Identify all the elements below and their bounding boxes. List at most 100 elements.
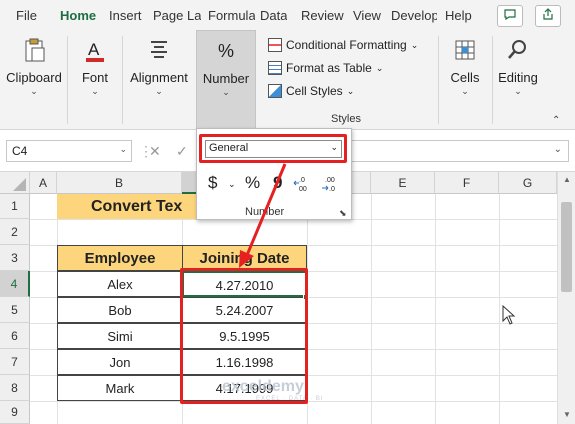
chevron-down-icon: ⌄ bbox=[461, 86, 469, 96]
enter-icon[interactable]: ✓ bbox=[176, 143, 188, 160]
gridline bbox=[371, 194, 372, 424]
highlight-dates-box bbox=[180, 268, 308, 404]
column-header[interactable]: G bbox=[499, 172, 557, 194]
number-label: Number bbox=[202, 71, 250, 86]
chevron-down-icon: ⌄ bbox=[155, 86, 163, 96]
comments-icon[interactable] bbox=[497, 5, 523, 27]
styles-group-caption: Styles bbox=[331, 113, 361, 125]
editing-label: Editing bbox=[498, 70, 538, 85]
row-header[interactable]: 3 bbox=[0, 245, 30, 271]
alignment-label: Alignment bbox=[130, 70, 188, 85]
clipboard-icon bbox=[20, 36, 48, 64]
chevron-down-icon: ⌄ bbox=[410, 39, 419, 50]
row-header[interactable]: 9 bbox=[0, 401, 30, 424]
tab-review[interactable]: Review bbox=[301, 8, 344, 23]
scroll-down-icon[interactable]: ▼ bbox=[558, 410, 575, 419]
font-group[interactable]: A Font ⌄ bbox=[70, 30, 120, 130]
svg-text:.00: .00 bbox=[325, 177, 335, 184]
conditional-formatting-label: Conditional Formatting bbox=[286, 38, 407, 52]
format-as-table-button[interactable]: Format as Table ⌄ bbox=[268, 61, 383, 75]
divider bbox=[67, 36, 68, 124]
number-group[interactable]: % Number ⌄ bbox=[196, 30, 256, 130]
scrollbar-thumb[interactable] bbox=[561, 202, 572, 292]
employee-cell[interactable]: Alex bbox=[57, 271, 183, 297]
tab-formulas[interactable]: Formula bbox=[208, 8, 255, 23]
chevron-down-icon: ⌄ bbox=[346, 85, 355, 96]
mouse-cursor-icon bbox=[502, 305, 516, 325]
column-header[interactable]: A bbox=[30, 172, 57, 194]
divider bbox=[438, 36, 439, 124]
tab-developer[interactable]: Develop bbox=[391, 8, 437, 23]
svg-text:.0: .0 bbox=[329, 186, 335, 193]
chevron-down-icon: ⌄ bbox=[91, 86, 99, 96]
font-icon: A bbox=[81, 36, 109, 64]
search-icon bbox=[504, 36, 532, 64]
clipboard-group[interactable]: Clipboard ⌄ bbox=[2, 30, 66, 130]
ribbon: Clipboard ⌄ A Font ⌄ Alignment ⌄ % Numbe… bbox=[0, 30, 575, 130]
cell-styles-button[interactable]: Cell Styles ⌄ bbox=[268, 84, 354, 98]
row-header[interactable]: 4 bbox=[0, 271, 30, 297]
chevron-down-icon[interactable]: ⌄ bbox=[119, 144, 127, 155]
employee-cell[interactable]: Mark bbox=[57, 375, 183, 401]
tab-home[interactable]: Home bbox=[60, 8, 96, 23]
svg-text:00: 00 bbox=[299, 186, 307, 193]
cells-icon bbox=[451, 36, 479, 64]
editing-group[interactable]: Editing ⌄ bbox=[495, 30, 541, 130]
row-header[interactable]: 1 bbox=[0, 194, 30, 219]
conditional-formatting-button[interactable]: Conditional Formatting ⌄ bbox=[268, 38, 418, 52]
gridline bbox=[435, 194, 436, 424]
employee-cell[interactable]: Bob bbox=[57, 297, 183, 323]
column-header[interactable]: B bbox=[57, 172, 182, 194]
row-header[interactable]: 2 bbox=[0, 219, 30, 245]
percent-icon: % bbox=[217, 41, 234, 61]
align-icon bbox=[145, 36, 173, 64]
chevron-down-icon: ⌄ bbox=[514, 86, 522, 96]
font-label: Font bbox=[81, 70, 108, 85]
scroll-up-icon[interactable]: ▲ bbox=[558, 175, 575, 184]
row-header[interactable]: 5 bbox=[0, 297, 30, 323]
svg-text:A: A bbox=[88, 40, 100, 59]
cell-styles-label: Cell Styles bbox=[286, 84, 343, 98]
cells-group[interactable]: Cells ⌄ bbox=[442, 30, 488, 130]
select-all-corner[interactable] bbox=[0, 172, 30, 194]
alignment-group[interactable]: Alignment ⌄ bbox=[126, 30, 192, 130]
highlight-format-box bbox=[199, 134, 347, 163]
row-header[interactable]: 6 bbox=[0, 323, 30, 349]
cell-styles-icon bbox=[268, 84, 282, 98]
arrow-icon bbox=[239, 163, 287, 268]
tab-data[interactable]: Data bbox=[260, 8, 287, 23]
header-employee[interactable]: Employee bbox=[57, 245, 183, 271]
employee-cell[interactable]: Simi bbox=[57, 323, 183, 349]
increase-decimal-icon[interactable]: .00.0 bbox=[321, 175, 341, 198]
column-header[interactable]: F bbox=[435, 172, 499, 194]
svg-text:.0: .0 bbox=[299, 177, 305, 184]
cancel-icon[interactable]: ✕ bbox=[149, 143, 161, 160]
chevron-down-icon[interactable]: ⌄ bbox=[554, 144, 562, 155]
formula-input[interactable]: ⌄ bbox=[335, 140, 569, 162]
name-box-value: C4 bbox=[12, 144, 28, 158]
name-box[interactable]: C4 ⌄ bbox=[6, 140, 132, 162]
employee-cell[interactable]: Jon bbox=[57, 349, 183, 375]
tab-page-layout[interactable]: Page La bbox=[153, 8, 201, 23]
tab-help[interactable]: Help bbox=[445, 8, 472, 23]
clipboard-label: Clipboard bbox=[6, 70, 62, 85]
column-header[interactable]: E bbox=[371, 172, 435, 194]
tab-view[interactable]: View bbox=[353, 8, 381, 23]
vertical-scrollbar[interactable]: ▲ ▼ bbox=[557, 172, 575, 424]
chevron-down-icon: ⌄ bbox=[222, 87, 230, 97]
divider bbox=[122, 36, 123, 124]
row-header[interactable]: 8 bbox=[0, 375, 30, 401]
dialog-launcher-icon[interactable]: ⬊ bbox=[339, 208, 347, 219]
tab-file[interactable]: File bbox=[16, 8, 37, 23]
accounting-format-button[interactable]: $ bbox=[208, 173, 217, 193]
collapse-ribbon-icon[interactable]: ⌃ bbox=[552, 115, 560, 126]
decrease-decimal-icon[interactable]: .0 00 bbox=[293, 175, 313, 198]
gridline bbox=[499, 194, 500, 424]
chevron-down-icon: ⌄ bbox=[375, 62, 384, 73]
table-icon bbox=[268, 61, 282, 75]
share-icon[interactable] bbox=[535, 5, 561, 27]
conditional-formatting-icon bbox=[268, 38, 282, 52]
ribbon-tab-bar: File Home Insert Page La Formula Data Re… bbox=[0, 0, 575, 30]
row-header[interactable]: 7 bbox=[0, 349, 30, 375]
tab-insert[interactable]: Insert bbox=[109, 8, 142, 23]
